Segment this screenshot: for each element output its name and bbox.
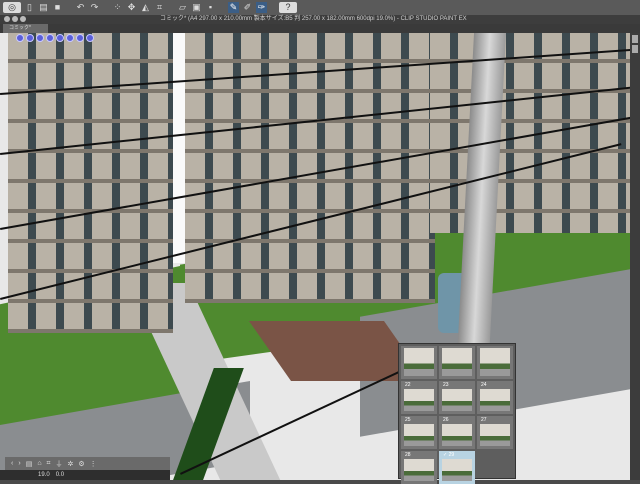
canvas-3d-view[interactable] — [0, 33, 630, 480]
move-icon[interactable]: ✥ — [126, 2, 137, 13]
close-icon[interactable] — [4, 16, 10, 22]
ruler-icon[interactable]: ▱ — [177, 2, 188, 13]
pen-pressure-icon[interactable]: ✐ — [242, 2, 253, 13]
apartment-building-left — [8, 33, 173, 333]
open-icon[interactable]: ▤ — [38, 2, 49, 13]
thumbnail[interactable] — [477, 346, 513, 379]
undo-icon[interactable]: ↶ — [75, 2, 86, 13]
thumbnail[interactable]: 27 — [477, 416, 513, 449]
rotate-camera-icon[interactable] — [16, 34, 24, 42]
command-bar: ◎ ▯ ▤ ■ ↶ ↷ ⁘ ✥ ◭ ⌗ ▱ ▣ ▪ ✎ ✐ ✑ ? — [0, 0, 640, 15]
tab-comic[interactable]: コミック* — [3, 24, 48, 33]
brush-icon[interactable]: ✑ — [256, 2, 267, 13]
thumbnail[interactable]: 25 — [401, 416, 437, 449]
apartment-building-center — [185, 33, 435, 303]
more-icon[interactable]: ⋮ — [90, 460, 97, 468]
redo-icon[interactable]: ↷ — [89, 2, 100, 13]
clip-studio-icon[interactable]: ◎ — [3, 2, 21, 13]
help-icon[interactable]: ? — [279, 2, 297, 13]
zoom-value[interactable]: 19.0 — [38, 470, 50, 480]
ground-icon[interactable]: ⏚ — [56, 459, 63, 469]
status-bar: 19.0 0.0 — [0, 470, 170, 480]
title-bar: コミック* (A4 297.00 x 210.00mm 製本サイズ:B5 判 2… — [0, 15, 640, 24]
thumbnail-selected[interactable]: ✓ 29 — [439, 451, 475, 484]
rotate-x-icon[interactable] — [66, 34, 74, 42]
save-icon[interactable]: ■ — [52, 2, 63, 13]
prev-icon[interactable]: ‹ — [11, 460, 13, 467]
tab-bar: コミック* — [0, 24, 640, 33]
settings-icon[interactable]: ⚙ — [78, 460, 84, 468]
thumbnail[interactable]: 26 — [439, 416, 475, 449]
maximize-icon[interactable] — [20, 16, 26, 22]
rotate-z-icon[interactable] — [86, 34, 94, 42]
new-icon[interactable]: ▯ — [24, 2, 35, 13]
thumbnail[interactable]: 23 — [439, 381, 475, 414]
transform-icon[interactable]: ⁘ — [112, 2, 123, 13]
fill-icon[interactable]: ◭ — [140, 2, 151, 13]
crop-icon[interactable]: ⌗ — [154, 2, 165, 13]
fit-icon[interactable]: ⌗ — [47, 460, 51, 468]
thumbnail[interactable]: 28 — [401, 451, 437, 484]
lighting-icon[interactable]: ✲ — [68, 460, 74, 468]
window-title: コミック* (A4 297.00 x 210.00mm 製本サイズ:B5 判 2… — [160, 16, 467, 22]
dolly-camera-icon[interactable] — [36, 34, 44, 42]
layer-icon[interactable]: ▣ — [191, 2, 202, 13]
thumbnail[interactable] — [401, 346, 437, 379]
snap-icon[interactable]: ▪ — [205, 2, 216, 13]
3d-camera-controls — [16, 34, 94, 42]
apartment-building-right — [430, 33, 630, 233]
vertical-scrollbar[interactable] — [630, 33, 640, 480]
camera-icon[interactable]: ⌂ — [37, 460, 41, 467]
panel-icon[interactable]: ▤ — [26, 460, 33, 468]
pan-camera-icon[interactable] — [26, 34, 34, 42]
thumbnail[interactable] — [439, 346, 475, 379]
move-object-icon[interactable] — [46, 34, 54, 42]
object-launcher: ‹ › ▤ ⌂ ⌗ ⏚ ✲ ⚙ ⋮ — [5, 457, 170, 470]
next-icon[interactable]: › — [18, 460, 20, 467]
thumbnail[interactable]: 24 — [477, 381, 513, 414]
angle-value[interactable]: 0.0 — [56, 470, 64, 480]
thumbnail[interactable]: 22 — [401, 381, 437, 414]
camera-angle-thumbnails: 22 23 24 25 26 27 28 ✓ 29 — [398, 343, 516, 484]
rotate-y-icon[interactable] — [76, 34, 84, 42]
minimize-icon[interactable] — [12, 16, 18, 22]
rotate-object-icon[interactable] — [56, 34, 64, 42]
pen-icon[interactable]: ✎ — [228, 2, 239, 13]
